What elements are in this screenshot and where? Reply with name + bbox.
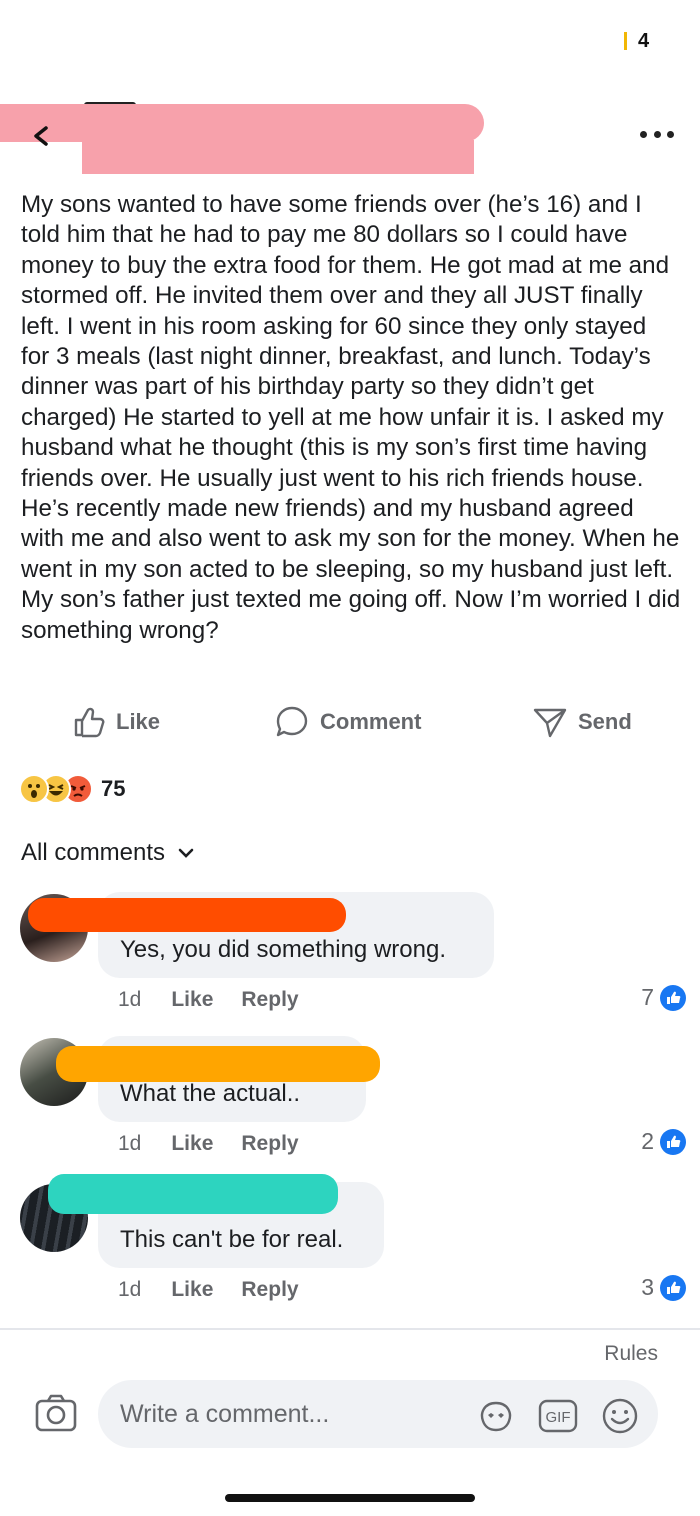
like-label: Like [116, 709, 161, 734]
speech-bubble-icon [276, 706, 308, 737]
name-redaction [28, 898, 346, 932]
comment-label: Comment [320, 709, 422, 734]
comment-button[interactable]: Comment [274, 700, 421, 744]
thumbs-up-badge-icon [660, 1128, 686, 1155]
comment-input[interactable]: Write a comment... GIF [98, 1380, 658, 1448]
comment-meta: 1d Like Reply [118, 988, 299, 1012]
comment-time: 1d [118, 1278, 142, 1301]
send-icon [533, 708, 567, 738]
rules-link[interactable]: Rules [604, 1342, 658, 1366]
post-text: My sons wanted to have some friends over… [21, 191, 681, 644]
smiley-icon [602, 1398, 638, 1434]
avatar-sticker-button[interactable] [476, 1396, 516, 1436]
name-redaction-2 [82, 140, 474, 174]
comment-time: 1d [118, 1132, 142, 1155]
like-count: 2 [641, 1128, 654, 1154]
thumbs-up-badge-icon [660, 1274, 686, 1301]
reaction-summary[interactable]: 75 [19, 772, 125, 806]
comment-meta: 1d Like Reply [118, 1278, 299, 1302]
thumbs-up-badge-icon [660, 984, 686, 1011]
comments-filter-label: All comments [21, 839, 166, 866]
status-number: 4 [638, 30, 650, 52]
camera-icon[interactable] [34, 1392, 78, 1434]
thumbs-up-icon [74, 707, 105, 738]
gif-label: GIF [546, 1409, 571, 1426]
comments-filter[interactable]: All comments [21, 836, 195, 870]
gif-icon: GIF [538, 1399, 578, 1433]
comment-composer: Write a comment... GIF [0, 1378, 700, 1450]
chevron-down-icon [178, 848, 194, 858]
comment-text: What the actual.. [120, 1080, 301, 1107]
name-redaction [48, 1174, 338, 1214]
comment-text: This can't be for real. [120, 1226, 344, 1253]
comment-reply-button[interactable]: Reply [241, 1278, 298, 1302]
wow-reaction-icon [19, 774, 49, 804]
send-button[interactable]: Send [532, 700, 632, 744]
comment-like-count[interactable]: 2 [641, 1128, 686, 1155]
comment-time: 1d [118, 988, 142, 1011]
like-button[interactable]: Like [72, 700, 160, 744]
comment-like-count[interactable]: 7 [641, 984, 686, 1011]
emoji-button[interactable] [600, 1396, 640, 1436]
comment-like-button[interactable]: Like [171, 1278, 213, 1302]
comment-reply-button[interactable]: Reply [241, 988, 298, 1012]
composer-divider [0, 1328, 700, 1330]
more-options-icon[interactable] [640, 128, 674, 140]
name-redaction [0, 104, 484, 142]
comment-like-button[interactable]: Like [171, 988, 213, 1012]
home-indicator [225, 1494, 475, 1502]
battery-indicator [624, 32, 627, 50]
send-label: Send [578, 709, 632, 734]
comment-like-button[interactable]: Like [171, 1132, 213, 1156]
back-chevron-icon[interactable] [28, 122, 56, 150]
comment-reply-button[interactable]: Reply [241, 1132, 298, 1156]
like-count: 3 [641, 1274, 654, 1300]
reaction-count: 75 [101, 776, 126, 801]
comment-input-placeholder: Write a comment... [120, 1400, 330, 1428]
gif-button[interactable]: GIF [538, 1396, 578, 1436]
like-count: 7 [641, 984, 654, 1010]
comment-meta: 1d Like Reply [118, 1132, 299, 1156]
name-redaction [56, 1046, 380, 1082]
comment-like-count[interactable]: 3 [641, 1274, 686, 1301]
post-actions: Like Comment Send [0, 700, 700, 744]
avatar-face-icon [480, 1401, 512, 1432]
comment-text: Yes, you did something wrong. [120, 936, 446, 963]
